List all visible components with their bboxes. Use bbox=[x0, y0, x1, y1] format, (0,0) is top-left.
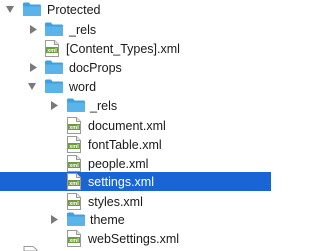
folder-icon bbox=[45, 60, 63, 74]
xml-file-icon: xml bbox=[67, 173, 81, 190]
disclosure-collapsed-icon[interactable] bbox=[29, 25, 37, 34]
xml-badge-text: xml bbox=[69, 144, 79, 150]
tree-row-label: webSettings.xml bbox=[88, 232, 180, 246]
disclosure-collapsed-icon[interactable] bbox=[50, 215, 58, 224]
tree-row-label: _rels bbox=[90, 99, 118, 113]
tree-row-people-xml[interactable]: xml people.xml bbox=[0, 154, 271, 173]
xml-file-icon: xml bbox=[67, 155, 81, 172]
tree-row-word[interactable]: word bbox=[0, 77, 271, 96]
tree-row-label: _rels bbox=[69, 23, 97, 37]
tree-row-label: docProps bbox=[69, 61, 122, 75]
tree-row-fonttable-xml[interactable]: xml fontTable.xml bbox=[0, 135, 271, 154]
tree-row-document-xml[interactable]: xml document.xml bbox=[0, 116, 271, 135]
folder-icon bbox=[45, 22, 63, 36]
tree-row-label: fontTable.xml bbox=[88, 138, 162, 152]
partial-next-row-icon bbox=[23, 246, 38, 251]
xml-badge-text: xml bbox=[47, 48, 57, 54]
folder-icon bbox=[23, 2, 41, 16]
xml-file-icon: xml bbox=[67, 230, 81, 247]
xml-badge-text: xml bbox=[69, 181, 79, 187]
folder-icon bbox=[45, 79, 63, 93]
tree-row-rels[interactable]: _rels bbox=[0, 20, 271, 39]
folder-icon bbox=[67, 212, 85, 226]
tree-row-word-rels[interactable]: _rels bbox=[0, 96, 271, 115]
xml-file-icon: xml bbox=[45, 40, 59, 57]
tree-row-styles-xml[interactable]: xml styles.xml bbox=[0, 192, 271, 211]
tree-row-label: people.xml bbox=[88, 157, 149, 171]
tree-row-content-types[interactable]: xml [Content_Types].xml bbox=[0, 39, 271, 58]
tree-row-label: styles.xml bbox=[88, 195, 143, 209]
xml-badge-text: xml bbox=[69, 238, 79, 244]
tree-row-label: theme bbox=[90, 213, 125, 227]
xml-badge-text: xml bbox=[69, 125, 79, 131]
xml-file-icon: xml bbox=[67, 117, 81, 134]
tree-row-docprops[interactable]: docProps bbox=[0, 58, 271, 77]
xml-badge-text: xml bbox=[69, 163, 79, 169]
folder-icon bbox=[67, 98, 85, 112]
tree-row-label: settings.xml bbox=[88, 175, 154, 189]
disclosure-collapsed-icon[interactable] bbox=[50, 101, 58, 110]
tree-row-settings-xml[interactable]: xml settings.xml bbox=[0, 172, 271, 191]
xml-file-icon: xml bbox=[67, 136, 81, 153]
disclosure-collapsed-icon[interactable] bbox=[29, 63, 37, 72]
tree-row-label: Protected bbox=[47, 3, 101, 17]
tree-row-label: [Content_Types].xml bbox=[66, 42, 180, 56]
xml-badge-text: xml bbox=[69, 201, 79, 207]
file-tree: Protected _rels xml [Content_Types].xml bbox=[0, 0, 271, 251]
disclosure-expanded-icon[interactable] bbox=[28, 82, 36, 91]
tree-row-label: document.xml bbox=[88, 119, 166, 133]
xml-file-icon: xml bbox=[67, 193, 81, 210]
disclosure-expanded-icon[interactable] bbox=[6, 5, 14, 14]
tree-row-protected[interactable]: Protected bbox=[0, 0, 271, 19]
tree-row-theme[interactable]: theme bbox=[0, 210, 271, 229]
tree-row-label: word bbox=[69, 80, 97, 94]
